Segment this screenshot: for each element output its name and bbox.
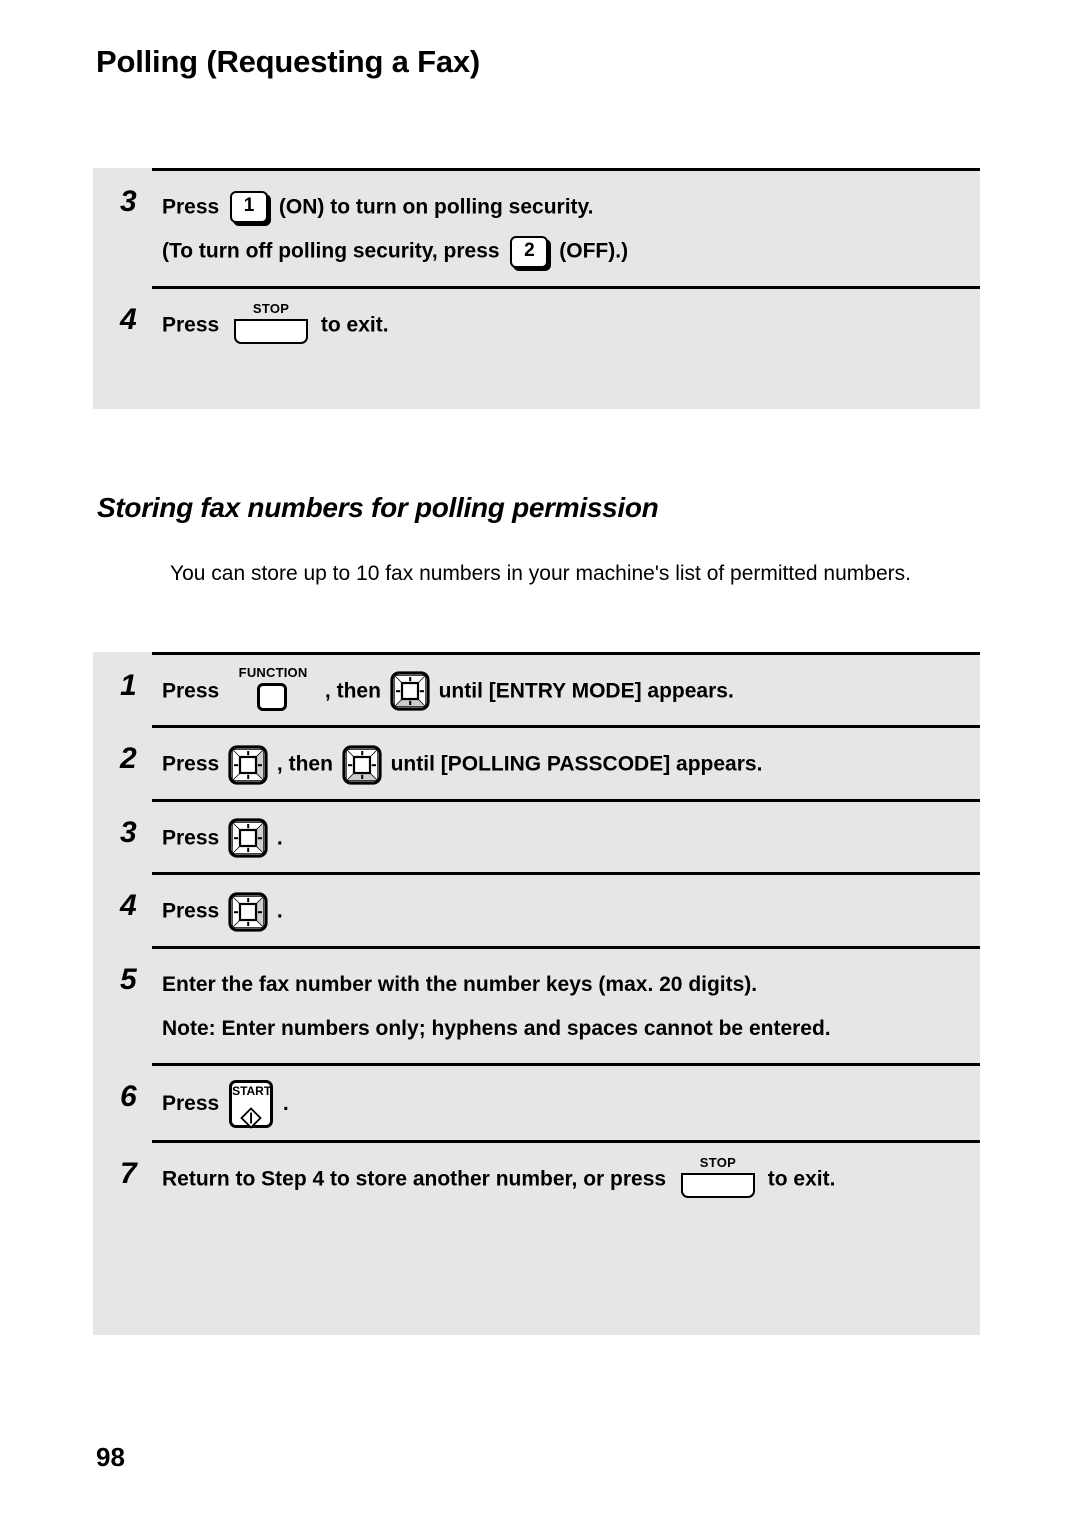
step-line: Press STOP to exit.	[162, 301, 980, 347]
step-text: .	[282, 1091, 289, 1115]
function-key[interactable]: FUNCTION	[229, 665, 317, 713]
stop-key[interactable]: STOP	[680, 1155, 755, 1200]
navigation-key-icon[interactable]	[390, 671, 430, 711]
step-line: Press FUNCTION , then until [ENTRY MODE]…	[162, 665, 980, 713]
page-number: 98	[96, 1442, 125, 1472]
step-number: 4	[120, 302, 137, 336]
step-row: 7 Return to Step 4 to store another numb…	[120, 1139, 980, 1213]
step-line: Press , then until [POLLING PASSCODE] ap…	[162, 742, 980, 786]
step-text: Press	[162, 195, 220, 219]
step-text: Press	[162, 899, 220, 923]
function-key-body	[257, 683, 288, 712]
step-text: to exit.	[767, 1167, 836, 1191]
stop-key-body	[234, 319, 309, 345]
step-text: , then	[276, 752, 333, 776]
number-key-2[interactable]: 2	[510, 235, 549, 268]
step-row: 3 Press 1 (ON) to turn on polling securi…	[120, 168, 980, 286]
function-key-label: FUNCTION	[238, 665, 308, 681]
step-line: Return to Step 4 to store another number…	[162, 1155, 980, 1201]
stop-key[interactable]: STOP	[234, 301, 309, 346]
step-number: 6	[120, 1079, 137, 1113]
step-text: Press	[162, 1091, 220, 1115]
step-text: Press	[162, 752, 220, 776]
step-row: 6 Press START .	[120, 1062, 980, 1140]
step-line: (To turn off polling security, press 2 (…	[162, 229, 980, 273]
step-text: until [ENTRY MODE] appears.	[438, 679, 734, 703]
step-line: Press START .	[162, 1079, 980, 1128]
start-key[interactable]: START	[229, 1079, 274, 1128]
step-number: 4	[120, 889, 137, 923]
stop-key-label: STOP	[252, 301, 290, 317]
step-number: 5	[120, 962, 137, 996]
step-line: Press 1 (ON) to turn on polling security…	[162, 185, 980, 229]
step-text: Return to Step 4 to store another number…	[162, 1167, 667, 1191]
step-text: Press	[162, 679, 220, 703]
step-number: 2	[120, 742, 137, 776]
step-row: 4 Press STOP to exit.	[120, 285, 980, 359]
step-content: Press STOP to exit.	[162, 301, 980, 347]
step-content: Press , then until [POLLING PASSCODE] ap…	[162, 742, 980, 786]
step-line: Press .	[162, 889, 980, 933]
step-content: Press FUNCTION , then until [ENTRY MODE]…	[162, 665, 980, 713]
start-key-label: START	[232, 1083, 272, 1098]
start-diamond-icon	[240, 1101, 262, 1123]
step-content: Enter the fax number with the number key…	[162, 963, 980, 1051]
procedure-panel-top: 3 Press 1 (ON) to turn on polling securi…	[93, 168, 980, 409]
page-title: Polling (Requesting a Fax)	[96, 44, 481, 79]
step-row: 4 Press .	[120, 872, 980, 945]
number-key-1[interactable]: 1	[230, 191, 269, 224]
step-content: Return to Step 4 to store another number…	[162, 1155, 980, 1201]
step-text: Enter the fax number with the number key…	[162, 972, 758, 996]
step-text: Press	[162, 313, 220, 337]
step-text: .	[276, 899, 283, 923]
stop-key-label: STOP	[699, 1155, 737, 1171]
procedure-panel-bottom: 1 Press FUNCTION , then until [ENTRY MOD…	[93, 652, 980, 1335]
document-page: Polling (Requesting a Fax) 3 Press 1 (ON…	[0, 0, 1080, 1529]
step-text: Note: Enter numbers only; hyphens and sp…	[162, 1016, 831, 1040]
navigation-key-icon[interactable]	[342, 745, 382, 785]
step-text: .	[276, 826, 283, 850]
step-text: to exit.	[320, 313, 389, 337]
step-number: 7	[120, 1156, 137, 1190]
step-row: 1 Press FUNCTION , then until [ENTRY MOD…	[120, 652, 980, 725]
step-row: 3 Press .	[120, 798, 980, 872]
navigation-key-icon[interactable]	[228, 892, 268, 932]
section-heading: Storing fax numbers for polling permissi…	[97, 492, 659, 523]
step-content: Press 1 (ON) to turn on polling security…	[162, 185, 980, 274]
navigation-key-icon[interactable]	[228, 818, 268, 858]
step-number: 3	[120, 815, 137, 849]
step-number: 1	[120, 669, 137, 702]
step-text: until [POLLING PASSCODE] appears.	[390, 752, 763, 776]
step-row: 2 Press , then until [POLLING PASSCODE] …	[120, 725, 980, 798]
step-row: 5 Enter the fax number with the number k…	[120, 945, 980, 1063]
step-content: Press .	[162, 889, 980, 933]
intro-paragraph: You can store up to 10 fax numbers in yo…	[170, 562, 911, 585]
step-text: (OFF).)	[559, 239, 629, 263]
step-line: Press .	[162, 816, 980, 860]
step-text: Press	[162, 826, 220, 850]
navigation-key-icon[interactable]	[228, 745, 268, 785]
step-text: (To turn off polling security, press	[162, 239, 500, 263]
step-number: 3	[120, 185, 137, 218]
step-text: (ON) to turn on polling security.	[278, 195, 594, 219]
step-content: Press .	[162, 816, 980, 860]
step-content: Press START .	[162, 1079, 980, 1128]
stop-key-body	[680, 1173, 755, 1199]
step-text: , then	[324, 679, 381, 703]
